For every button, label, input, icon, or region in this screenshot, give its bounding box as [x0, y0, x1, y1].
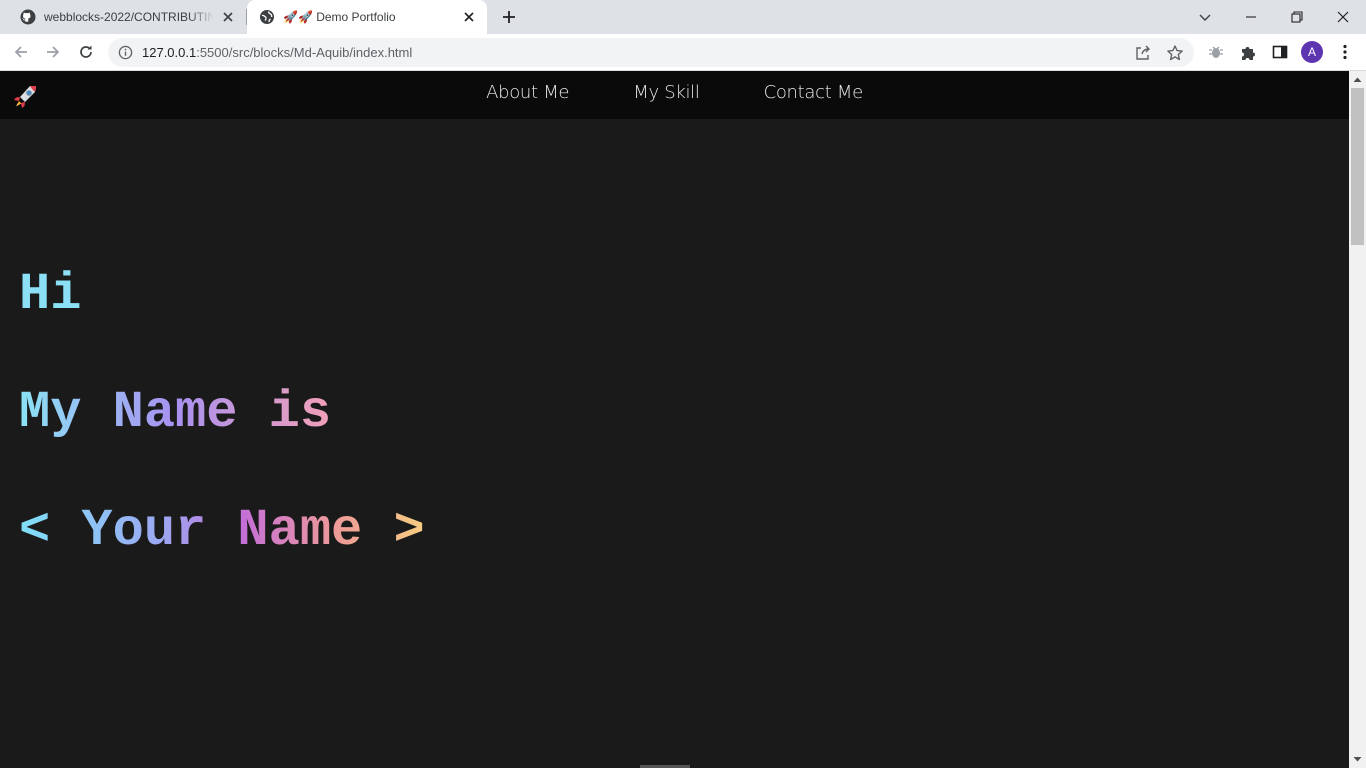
page-scrollbar[interactable] — [1349, 71, 1366, 768]
info-icon[interactable] — [118, 45, 133, 60]
nav-my-skill[interactable]: My Skill — [633, 82, 700, 103]
arrow-left-icon — [14, 46, 27, 58]
forward-button[interactable] — [41, 40, 65, 64]
close-tab-icon[interactable] — [220, 9, 236, 25]
close-icon — [1337, 11, 1349, 23]
close-tab-icon[interactable] — [461, 9, 477, 25]
minimize-button[interactable] — [1228, 0, 1274, 34]
star-icon[interactable] — [1166, 44, 1184, 62]
menu-button[interactable] — [1335, 42, 1355, 62]
bug-icon — [1209, 46, 1223, 58]
nav-contact-me[interactable]: Contact Me — [764, 82, 864, 103]
url-host: 127.0.0.1 — [142, 45, 197, 60]
new-tab-icon[interactable] — [499, 7, 519, 27]
scroll-up-icon[interactable] — [1353, 75, 1362, 84]
side-panel-button[interactable] — [1270, 42, 1290, 62]
puzzle-icon — [1241, 46, 1255, 60]
tab-search-button[interactable] — [1182, 0, 1228, 34]
side-panel-icon — [1272, 45, 1288, 59]
restore-icon — [1291, 11, 1303, 23]
arrow-right-icon — [47, 46, 60, 58]
reload-button[interactable] — [74, 40, 98, 64]
extensions-button[interactable] — [1238, 42, 1258, 62]
globe-icon — [260, 10, 274, 24]
minimize-icon — [1246, 16, 1256, 18]
url-text[interactable]: 127.0.0.1:5500/src/blocks/Md-Aquib/index… — [142, 38, 412, 67]
share-icon[interactable] — [1134, 44, 1152, 62]
tab-title: 🚀🚀 Demo Portfolio — [283, 10, 396, 24]
nav-about-me[interactable]: About Me — [486, 82, 569, 103]
browser-toolbar: 127.0.0.1:5500/src/blocks/Md-Aquib/index… — [0, 34, 1366, 71]
tab-contributing[interactable]: webblocks-2022/CONTRIBUTING — [8, 0, 246, 34]
address-bar[interactable]: 127.0.0.1:5500/src/blocks/Md-Aquib/index… — [108, 38, 1194, 67]
scroll-thumb[interactable] — [1351, 88, 1364, 245]
site-navbar: About Me My Skill Contact Me — [0, 71, 1349, 119]
scroll-down-icon[interactable] — [1353, 755, 1362, 764]
chevron-down-icon — [1199, 14, 1211, 21]
tab-title: webblocks-2022/CONTRIBUTING — [44, 10, 214, 24]
hero-intro: My Name is — [19, 383, 332, 442]
hero-greeting: Hi — [19, 265, 82, 324]
extension-bug-button[interactable] — [1206, 42, 1226, 62]
page-viewport: About Me My Skill Contact Me Hi My Name … — [0, 71, 1349, 768]
url-path: :5500/src/blocks/Md-Aquib/index.html — [196, 45, 413, 60]
reload-icon — [80, 45, 92, 58]
tab-demo-portfolio[interactable]: 🚀🚀 Demo Portfolio — [247, 0, 487, 34]
github-icon — [20, 9, 36, 25]
restore-button[interactable] — [1274, 0, 1320, 34]
kebab-menu-icon — [1343, 44, 1347, 60]
tab-strip: webblocks-2022/CONTRIBUTING 🚀🚀 Demo Port… — [0, 0, 1366, 34]
close-window-button[interactable] — [1320, 0, 1366, 34]
nav-links: About Me My Skill Contact Me — [0, 71, 1349, 113]
profile-avatar[interactable]: A — [1301, 41, 1323, 63]
back-button[interactable] — [9, 40, 33, 64]
hero-name: < Your Name > — [19, 501, 425, 560]
